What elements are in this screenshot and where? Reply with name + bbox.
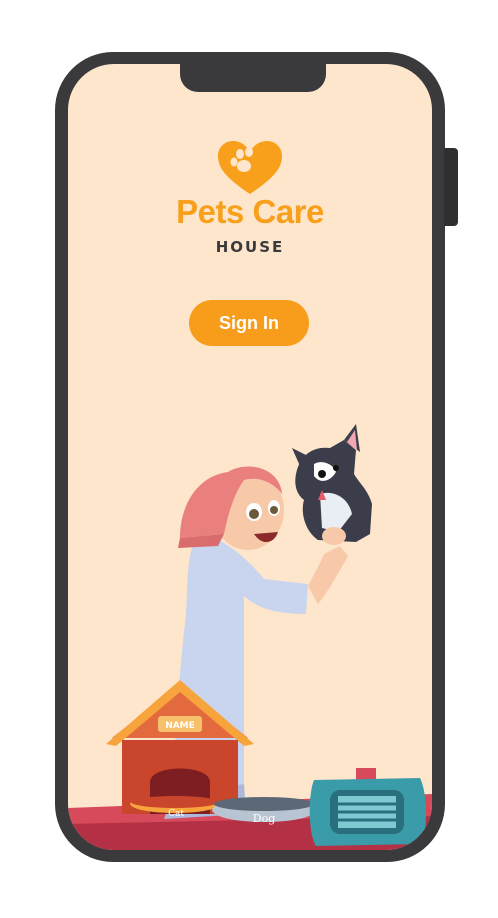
pet-owner-illustration: NAME Cat Dog [68,424,432,850]
phone-frame: Pets Care HOUSE Sign In NAME Cat Dog [55,52,445,862]
doghouse-sign: NAME [165,721,195,731]
phone-side-button [444,148,458,226]
brand-subtitle: HOUSE [215,238,285,256]
app-screen: Pets Care HOUSE Sign In NAME Cat Dog [68,64,432,850]
heart-paw-icon [218,141,282,194]
phone-notch [180,64,326,92]
cat-bowl-label: Cat [168,809,184,819]
dog-bowl-label: Dog [253,812,275,825]
sign-in-button[interactable]: Sign In [189,300,309,346]
brand-title: Pets Care [176,193,324,230]
